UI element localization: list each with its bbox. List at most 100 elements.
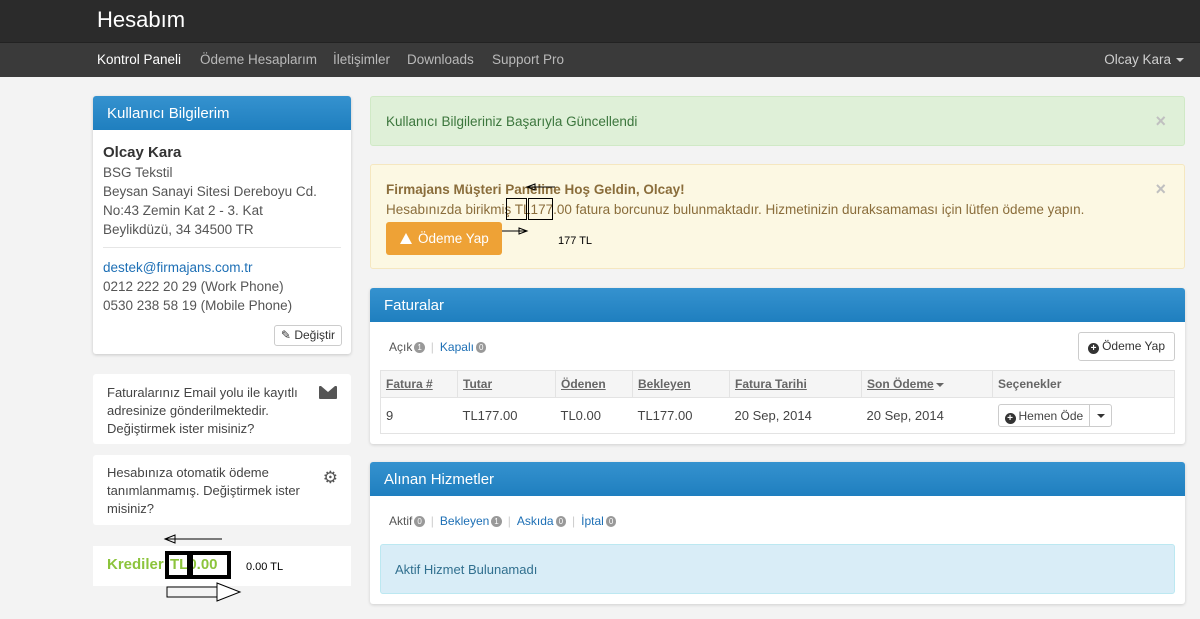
email-notice-line1: Faturalarınız Email yolu ile kayıtlı — [107, 385, 298, 400]
autopay-notice-line2: tanımlanmamış. Değiştirmek ister — [107, 483, 300, 498]
filter-askida[interactable]: Askıda 0 — [516, 514, 567, 528]
invoice-due: TL177.00 — [632, 397, 730, 434]
email-notice-box: Faturalarınız Email yolu ile kayıtlı adr… — [93, 374, 351, 444]
services-panel: Alınan Hizmetler Aktif 0 | Bekleyen 1 | Askıda… — [370, 462, 1185, 604]
top-header: Hesabım — [0, 0, 1200, 42]
user-phone-work: 0212 222 20 29 (Work Phone) — [103, 279, 284, 294]
email-notice-text: Faturalarınız Email yolu ile kayıtlı adr… — [107, 384, 307, 438]
pay-now-split-button: + Hemen Öde — [997, 404, 1113, 427]
col-bekleyen[interactable]: Bekleyen — [632, 370, 730, 398]
user-info-panel: Kullanıcı Bilgilerim Olcay Kara BSG Teks… — [93, 96, 351, 354]
autopay-notice-line1: Hesabınıza otomatik ödeme — [107, 465, 269, 480]
table-row: 9 TL177.00 TL0.00 TL177.00 20 Sep, 2014 … — [380, 397, 1175, 434]
filter-kapali[interactable]: Kapalı 0 — [440, 340, 487, 354]
nav-downloads[interactable]: Downloads — [407, 52, 474, 67]
user-menu[interactable]: Olcay Kara — [1104, 52, 1184, 67]
success-alert: Kullanıcı Bilgileriniz Başarıyla Güncell… — [370, 96, 1185, 146]
filter-bekleyen[interactable]: Bekleyen 1 — [440, 514, 502, 528]
filter-count-badge: 0 — [475, 342, 487, 353]
col-odenen[interactable]: Ödenen — [555, 370, 633, 398]
services-title: Alınan Hizmetler — [370, 462, 1185, 496]
main-nav: Kontrol Paneli Ödeme Hesaplarım İletişim… — [0, 42, 1200, 77]
warning-icon — [400, 233, 412, 244]
filter-acik-label: Açık — [389, 340, 413, 354]
nav-odeme-hesaplarim[interactable]: Ödeme Hesaplarım — [200, 52, 317, 67]
filter-askida-label: Askıda — [516, 514, 554, 528]
col-son-odeme[interactable]: Son Ödeme — [861, 370, 993, 398]
no-services-text: Aktif Hizmet Bulunamadı — [395, 562, 538, 577]
autopay-notice-line3: misiniz? — [107, 501, 154, 516]
warning-alert-title: Firmajans Müşteri Paneline Hoş Geldin, O… — [386, 182, 685, 197]
email-notice-line3: Değiştirmek ister misiniz? — [107, 421, 255, 436]
filter-aktif[interactable]: Aktif 0 — [389, 514, 425, 528]
invoice-date: 20 Sep, 2014 — [729, 397, 862, 434]
user-address-line1: Beysan Sanayi Sitesi Dereboyu Cd. — [103, 184, 317, 199]
edit-user-button[interactable]: ✎ Değiştir — [273, 325, 342, 346]
filter-aktif-label: Aktif — [389, 514, 413, 528]
no-services-info: Aktif Hizmet Bulunamadı — [380, 544, 1175, 594]
user-email-link[interactable]: destek@firmajans.com.tr — [103, 260, 253, 275]
invoice-paid: TL0.00 — [555, 397, 633, 434]
invoices-panel: Faturalar Açık 1 | Kapalı 0 + Ödeme Yap Fatur… — [370, 288, 1185, 444]
sort-desc-icon — [935, 382, 944, 387]
edit-user-label: Değiştir — [294, 328, 335, 342]
filter-iptal-label: İptal — [581, 514, 604, 528]
nav-kontrol-paneli[interactable]: Kontrol Paneli — [97, 52, 181, 67]
col-fatura-no[interactable]: Fatura # — [380, 370, 458, 398]
nav-support-pro[interactable]: Support Pro — [492, 52, 564, 67]
chevron-down-icon — [1096, 413, 1105, 418]
user-address-line2: No:43 Zemin Kat 2 - 3. Kat — [103, 203, 263, 218]
user-phone-mobile: 0530 238 58 19 (Mobile Phone) — [103, 298, 293, 313]
divider — [103, 247, 341, 248]
pencil-icon: ✎ — [280, 328, 291, 342]
annotation-box-amount — [528, 198, 553, 220]
pay-now-button[interactable]: Ödeme Yap — [386, 222, 502, 255]
filter-separator: | — [507, 514, 511, 528]
warning-alert-text: Hesabınızda birikmiş TL177.00 fatura bor… — [386, 202, 1085, 217]
col-tutar[interactable]: Tutar — [457, 370, 556, 398]
filter-count-badge: 0 — [605, 516, 617, 527]
close-icon[interactable]: × — [1155, 179, 1166, 200]
col-fatura-no-label: Fatura # — [386, 377, 433, 391]
close-icon[interactable]: × — [1155, 111, 1166, 132]
plus-circle-icon: + — [1088, 343, 1100, 354]
user-menu-label: Olcay Kara — [1104, 52, 1171, 67]
filter-count-badge: 1 — [414, 342, 425, 353]
filter-bekleyen-label: Bekleyen — [439, 514, 490, 528]
annotation-box-currency — [506, 198, 527, 220]
autopay-notice-box: Hesabınıza otomatik ödeme tanımlanmamış.… — [93, 455, 351, 525]
invoices-pay-button[interactable]: + Ödeme Yap — [1078, 332, 1175, 361]
filter-iptal[interactable]: İptal 0 — [581, 514, 617, 528]
col-secenekler: Seçenekler — [992, 370, 1175, 398]
nav-iletisimler[interactable]: İletişimler — [333, 52, 390, 67]
credits-annotation: 0.00 TL — [246, 561, 284, 573]
service-filters: Aktif 0 | Bekleyen 1 | Askıda 0 | İptal 0 — [389, 514, 617, 528]
credits-label: Krediler — [107, 556, 164, 573]
invoice-due-date: 20 Sep, 2014 — [861, 397, 993, 434]
filter-separator: | — [430, 514, 434, 528]
col-son-odeme-label: Son Ödeme — [867, 377, 934, 391]
brand-title[interactable]: Hesabım — [97, 7, 185, 33]
table-header-row: Fatura # Tutar Ödenen Bekleyen Fatura Ta… — [380, 370, 1175, 398]
invoices-table: Fatura # Tutar Ödenen Bekleyen Fatura Ta… — [380, 370, 1175, 434]
annotation-arrow-top-credits — [163, 534, 222, 544]
filter-acik[interactable]: Açık 1 — [389, 340, 425, 354]
warning-alert: Firmajans Müşteri Paneline Hoş Geldin, O… — [370, 164, 1185, 269]
filter-count-badge: 0 — [414, 516, 425, 527]
col-fatura-tarihi[interactable]: Fatura Tarihi — [729, 370, 862, 398]
gear-icon[interactable]: ⚙ — [323, 468, 338, 488]
autopay-notice-text: Hesabınıza otomatik ödeme tanımlanmamış.… — [107, 464, 307, 518]
col-bekleyen-label: Bekleyen — [638, 377, 691, 391]
user-company: BSG Tekstil — [103, 165, 173, 180]
invoice-actions: + Hemen Öde — [992, 397, 1175, 434]
invoices-title: Faturalar — [370, 288, 1185, 322]
invoices-pay-label: Ödeme Yap — [1102, 339, 1165, 353]
pay-invoice-button[interactable]: + Hemen Öde — [999, 405, 1090, 426]
col-fatura-tarihi-label: Fatura Tarihi — [735, 377, 807, 391]
invoice-id[interactable]: 9 — [380, 397, 458, 434]
success-alert-text: Kullanıcı Bilgileriniz Başarıyla Güncell… — [386, 114, 638, 129]
plus-circle-icon: + — [1004, 413, 1016, 424]
envelope-icon[interactable] — [319, 386, 337, 399]
pay-options-dropdown[interactable] — [1089, 405, 1111, 426]
chevron-down-icon — [1176, 58, 1184, 63]
